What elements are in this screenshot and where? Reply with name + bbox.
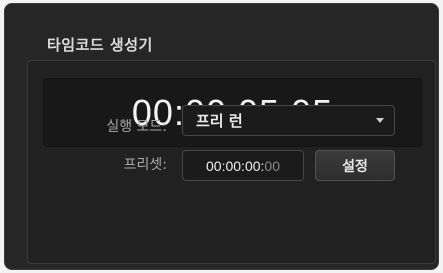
preset-timecode-input[interactable]: 00:00:00: 00 — [182, 150, 304, 181]
preset-timecode-frames: 00 — [264, 157, 280, 174]
preset-label: 프리셋: — [123, 157, 167, 173]
timecode-generator-panel: 타임코드 생성기 00:00:05:05 실행 모드: 프리 런 프리셋: 00… — [4, 3, 439, 270]
panel-title: 타임코드 생성기 — [47, 36, 153, 54]
set-button[interactable]: 설정 — [315, 150, 395, 181]
run-mode-selected-value: 프리 런 — [196, 112, 243, 130]
run-mode-select[interactable]: 프리 런 — [182, 105, 395, 136]
chevron-down-icon — [376, 118, 384, 123]
preset-timecode-main: 00:00:00: — [206, 157, 265, 174]
run-mode-label: 실행 모드: — [106, 119, 167, 135]
